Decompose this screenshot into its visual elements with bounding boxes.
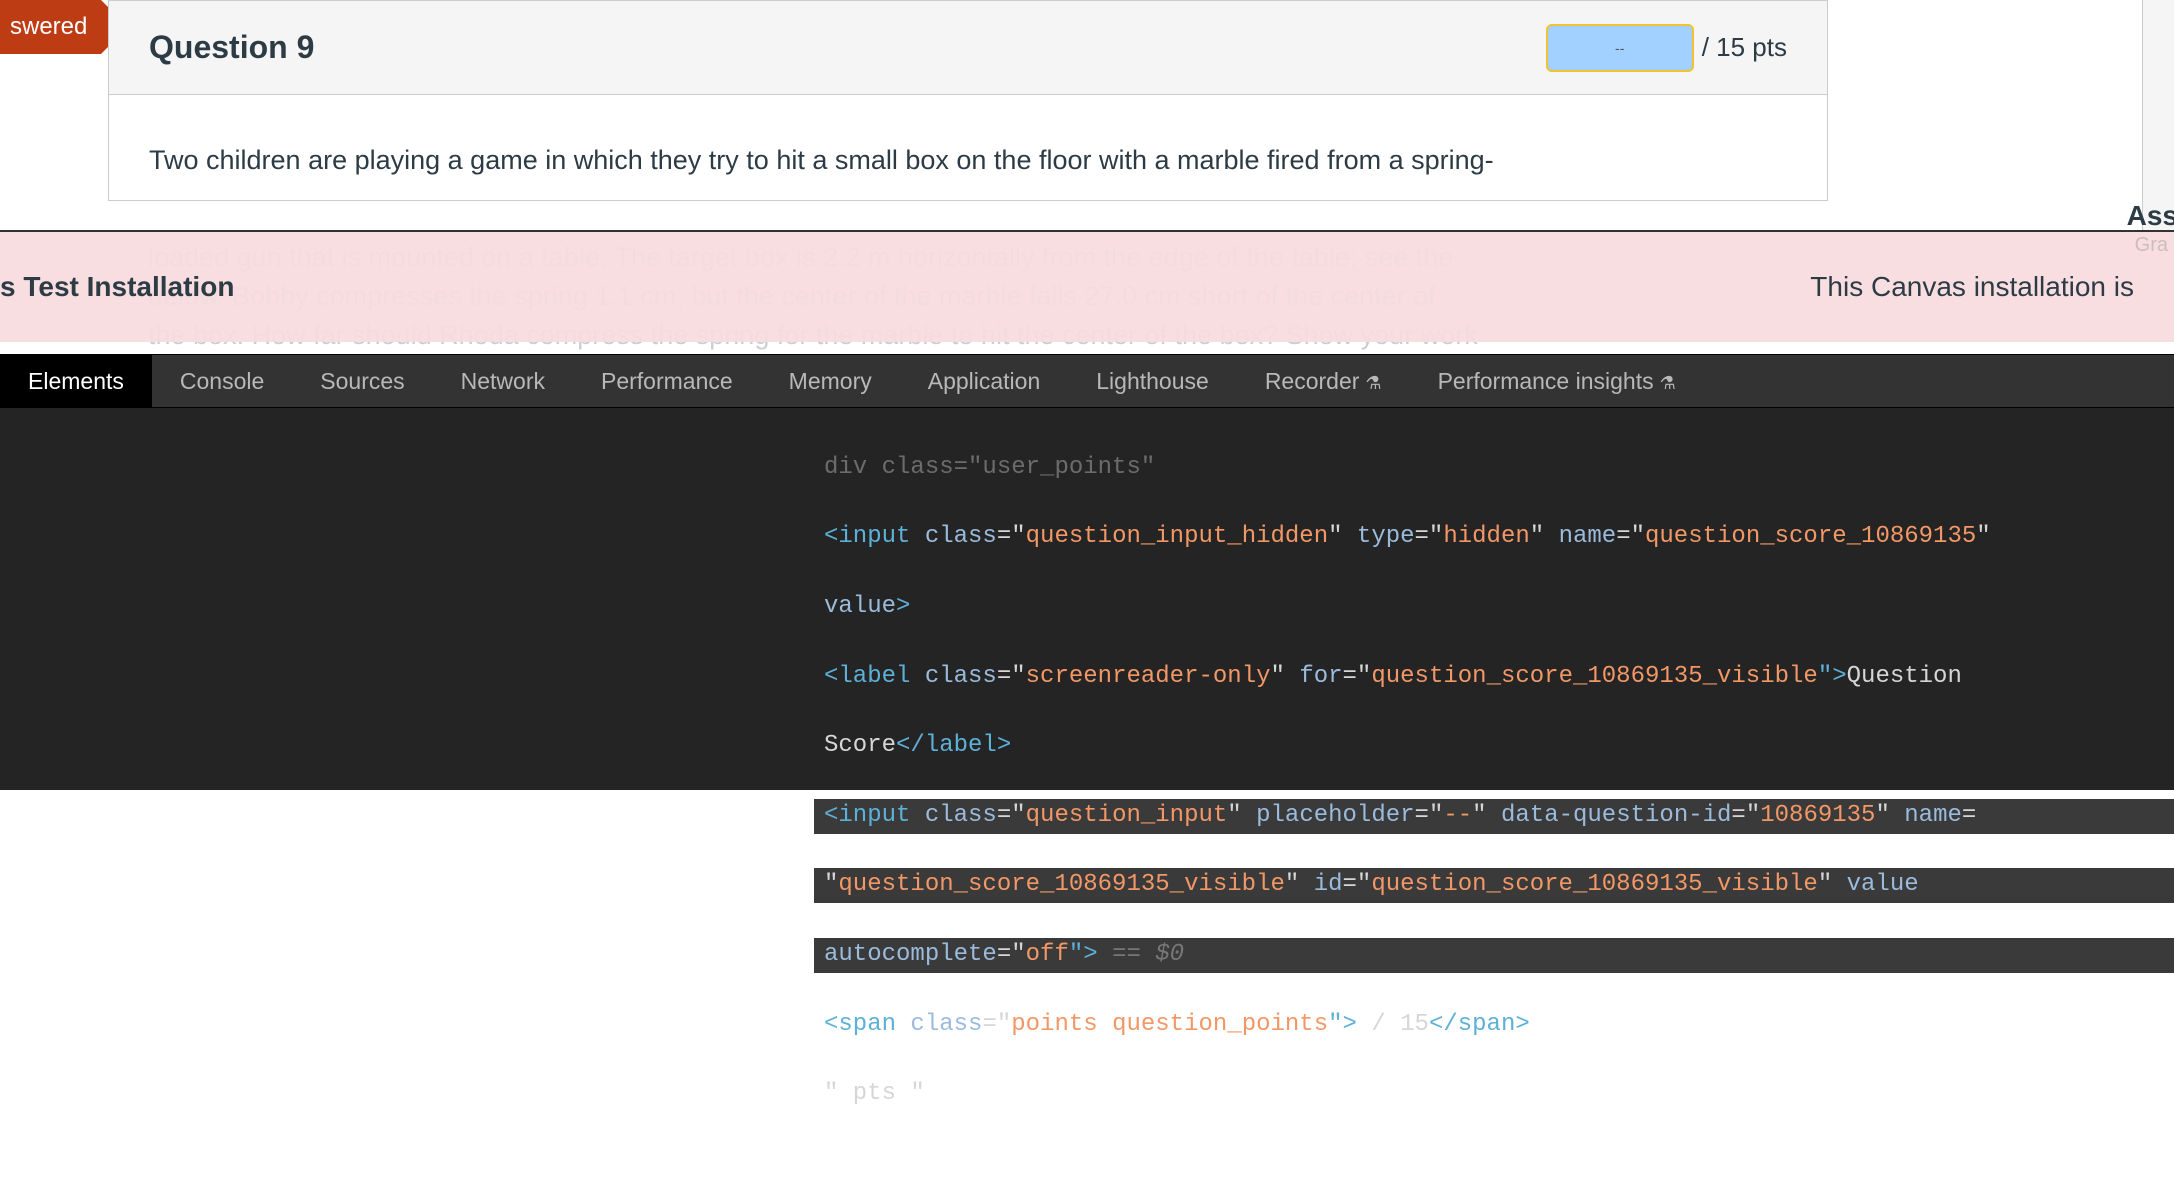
tab-console[interactable]: Console <box>152 354 292 408</box>
banner-gra-fragment: Gra <box>2135 234 2168 257</box>
score-input[interactable] <box>1546 24 1694 72</box>
question-title: Question 9 <box>149 29 1546 66</box>
flask-icon: ⚗ <box>1365 356 1381 410</box>
tab-elements[interactable]: Elements <box>0 354 152 408</box>
code-cutoff: div class="user_points" <box>824 454 1155 481</box>
question-card: Question 9 / 15 pts Two children are pla… <box>108 0 1828 201</box>
test-installation-banner: s Test Installation This Canvas installa… <box>0 230 2174 342</box>
assessment-label-fragment: Ass <box>2127 200 2174 232</box>
tab-network[interactable]: Network <box>433 354 573 408</box>
tab-recorder[interactable]: Recorder⚗ <box>1237 354 1410 408</box>
points-label: / 15 pts <box>1702 32 1787 63</box>
answered-badge-text: swered <box>10 13 87 40</box>
tab-application[interactable]: Application <box>900 354 1069 408</box>
banner-right-text: This Canvas installation is <box>1810 271 2134 303</box>
tab-lighthouse[interactable]: Lighthouse <box>1068 354 1237 408</box>
flask-icon: ⚗ <box>1660 356 1676 410</box>
tab-sources[interactable]: Sources <box>292 354 432 408</box>
tab-performance-insights[interactable]: Performance insights⚗ <box>1410 354 1704 408</box>
devtools-panel: Elements Console Sources Network Perform… <box>0 354 2174 790</box>
score-group: / 15 pts <box>1546 24 1787 72</box>
tab-performance[interactable]: Performance <box>573 354 761 408</box>
question-body: Two children are playing a game in which… <box>109 95 1827 200</box>
canvas-question-panel: swered Question 9 / 15 pts Two children … <box>0 0 2174 254</box>
devtools-elements-tree[interactable]: div class="user_points" <input class="qu… <box>0 408 2174 1182</box>
answered-badge: swered <box>0 0 101 54</box>
question-header: Question 9 / 15 pts <box>109 1 1827 95</box>
question-text-line1: Two children are playing a game in which… <box>149 145 1494 175</box>
selected-dom-node[interactable]: <input class="question_input" placeholde… <box>814 799 2174 834</box>
banner-left-text: s Test Installation <box>0 271 234 303</box>
devtools-tabbar: Elements Console Sources Network Perform… <box>0 354 2174 408</box>
tab-memory[interactable]: Memory <box>761 354 900 408</box>
